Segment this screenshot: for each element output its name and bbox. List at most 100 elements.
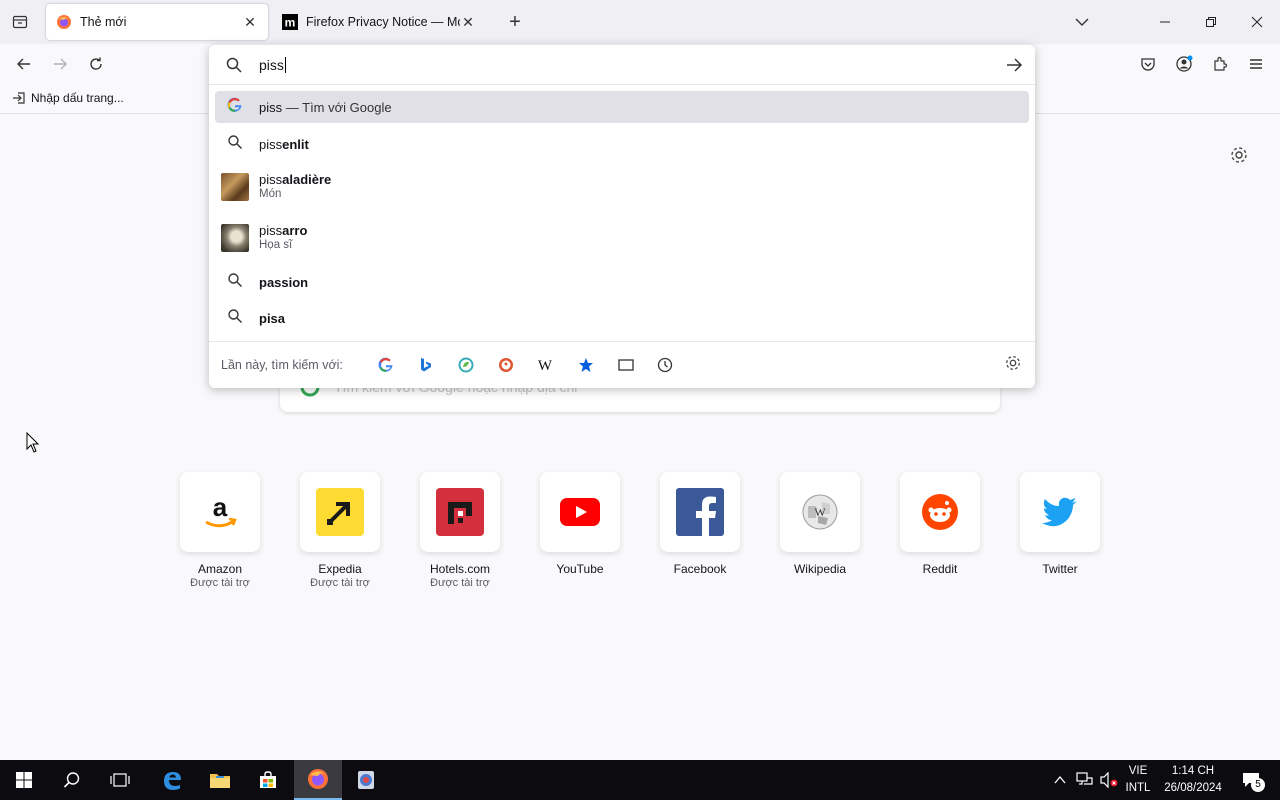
suggestion-text: pissarro Họa sĩ bbox=[259, 223, 308, 251]
bing-engine-button[interactable] bbox=[415, 354, 437, 376]
volume-tray-button[interactable] bbox=[1098, 760, 1120, 800]
top-site-label: Amazon bbox=[197, 562, 243, 576]
mouse-cursor-icon bbox=[26, 431, 40, 457]
taskbar-file-explorer[interactable] bbox=[196, 760, 244, 800]
wikipedia-engine-button[interactable]: W bbox=[534, 354, 556, 376]
task-view-icon bbox=[110, 773, 130, 787]
suggestion-row[interactable]: pissarro Họa sĩ bbox=[215, 216, 1029, 260]
amazon-logo-icon: a bbox=[180, 472, 260, 552]
app-menu-button[interactable] bbox=[1244, 52, 1268, 76]
start-button[interactable] bbox=[0, 760, 48, 800]
firefox-icon bbox=[56, 14, 72, 30]
search-icon bbox=[225, 56, 243, 77]
taskbar-store[interactable] bbox=[244, 760, 292, 800]
top-site-label: Expedia bbox=[318, 562, 362, 576]
reddit-logo-icon bbox=[900, 472, 980, 552]
taskbar-edge[interactable] bbox=[148, 760, 196, 800]
clock-icon bbox=[657, 357, 673, 373]
reload-button[interactable] bbox=[84, 52, 108, 76]
top-site-reddit[interactable]: Reddit bbox=[890, 472, 990, 577]
suggestion-row[interactable]: pissenlit bbox=[215, 127, 1029, 161]
taskbar-firefox[interactable] bbox=[294, 760, 342, 800]
google-engine-button[interactable] bbox=[375, 354, 397, 376]
expedia-logo-icon bbox=[300, 472, 380, 552]
twitter-bird-icon bbox=[1020, 472, 1100, 552]
history-engine-button[interactable] bbox=[654, 354, 676, 376]
duckduckgo-engine-button[interactable] bbox=[495, 354, 517, 376]
search-settings-button[interactable] bbox=[1004, 354, 1022, 375]
edge-icon bbox=[164, 772, 181, 790]
top-site-facebook[interactable]: Facebook bbox=[650, 472, 750, 577]
go-arrow-icon[interactable] bbox=[1004, 55, 1024, 78]
bookmarks-engine-button[interactable] bbox=[575, 354, 597, 376]
volume-muted-icon bbox=[1100, 772, 1118, 788]
top-site-youtube[interactable]: YouTube bbox=[530, 472, 630, 577]
new-tab-button[interactable]: + bbox=[503, 10, 527, 34]
network-tray-button[interactable] bbox=[1074, 760, 1096, 800]
tab-privacy-notice[interactable]: m Firefox Privacy Notice — Mozilla ✕ bbox=[272, 4, 486, 40]
duckduckgo-icon bbox=[499, 358, 513, 372]
food-thumbnail bbox=[221, 173, 249, 201]
import-bookmarks-button[interactable]: Nhập dấu trang... bbox=[12, 91, 124, 105]
tab-strip: Thẻ mới ✕ m Firefox Privacy Notice — Moz… bbox=[0, 0, 1280, 44]
bing-icon bbox=[421, 358, 431, 372]
firefox-view-button[interactable] bbox=[8, 10, 32, 34]
gear-icon bbox=[1231, 147, 1247, 163]
action-center-button[interactable]: 5 bbox=[1236, 760, 1266, 800]
account-button[interactable] bbox=[1172, 52, 1196, 76]
firefox-icon bbox=[308, 769, 328, 789]
suggestion-row[interactable]: pissaladière Món bbox=[215, 165, 1029, 209]
suggestion-text: piss — Tìm với Google bbox=[259, 100, 392, 115]
list-all-tabs-button[interactable] bbox=[1070, 10, 1094, 34]
text-caret bbox=[284, 57, 286, 73]
svg-text:W: W bbox=[538, 358, 553, 373]
task-view-button[interactable] bbox=[96, 760, 144, 800]
top-sites: a Amazon Được tài trợ Expedia Được tài t… bbox=[170, 472, 1130, 602]
restore-button[interactable] bbox=[1188, 0, 1234, 44]
close-tab-icon[interactable]: ✕ bbox=[460, 14, 476, 30]
forward-button[interactable] bbox=[48, 52, 72, 76]
search-icon bbox=[225, 272, 245, 288]
hamburger-menu-icon bbox=[1250, 59, 1262, 69]
chevron-up-icon bbox=[1054, 775, 1066, 784]
urlbar-input[interactable]: piss bbox=[259, 57, 286, 73]
top-site-twitter[interactable]: Twitter bbox=[1010, 472, 1110, 577]
tabs-engine-button[interactable] bbox=[615, 354, 637, 376]
suggestion-row[interactable]: passion bbox=[215, 265, 1029, 299]
page-settings-button[interactable] bbox=[1229, 145, 1249, 165]
sponsored-label: Được tài trợ bbox=[310, 577, 370, 589]
input-language-indicator[interactable]: VIE INTL bbox=[1122, 763, 1154, 797]
wikipedia-globe-icon: W bbox=[780, 472, 860, 552]
tab-new-tab[interactable]: Thẻ mới ✕ bbox=[46, 4, 268, 40]
top-site-amazon[interactable]: a Amazon Được tài trợ bbox=[170, 472, 270, 589]
one-off-search-bar: Lần này, tìm kiếm với: W bbox=[209, 341, 1035, 388]
extensions-button[interactable] bbox=[1208, 52, 1232, 76]
urlbar-input-row[interactable]: piss bbox=[209, 45, 1035, 85]
ecosia-engine-button[interactable] bbox=[455, 354, 477, 376]
network-icon bbox=[1076, 772, 1093, 785]
clock[interactable]: 1:14 CH 26/08/2024 bbox=[1160, 763, 1226, 797]
top-site-wikipedia[interactable]: W Wikipedia bbox=[770, 472, 870, 577]
mozilla-icon: m bbox=[282, 14, 298, 30]
windows-taskbar: VIE INTL 1:14 CH 26/08/2024 5 bbox=[0, 760, 1280, 800]
taskbar-app[interactable] bbox=[342, 760, 390, 800]
show-hidden-icons-button[interactable] bbox=[1050, 760, 1070, 800]
minimize-button[interactable] bbox=[1142, 0, 1188, 44]
tab-title: Thẻ mới bbox=[80, 15, 127, 29]
pocket-button[interactable] bbox=[1136, 52, 1160, 76]
top-site-label: YouTube bbox=[556, 562, 604, 576]
back-button[interactable] bbox=[12, 52, 36, 76]
import-bookmarks-label: Nhập dấu trang... bbox=[31, 91, 124, 105]
suggestion-text: pissenlit bbox=[259, 137, 309, 152]
suggestion-row[interactable]: piss — Tìm với Google bbox=[215, 91, 1029, 123]
top-site-expedia[interactable]: Expedia Được tài trợ bbox=[290, 472, 390, 589]
folder-icon bbox=[210, 774, 230, 788]
top-site-label: Reddit bbox=[922, 562, 958, 576]
close-tab-icon[interactable]: ✕ bbox=[242, 14, 258, 30]
suggestion-row[interactable]: pisa bbox=[215, 301, 1029, 335]
facebook-logo-icon bbox=[660, 472, 740, 552]
close-icon bbox=[1251, 16, 1263, 28]
taskbar-search-button[interactable] bbox=[48, 760, 96, 800]
close-window-button[interactable] bbox=[1234, 0, 1280, 44]
top-site-hotels[interactable]: Hotels.com Được tài trợ bbox=[410, 472, 510, 589]
